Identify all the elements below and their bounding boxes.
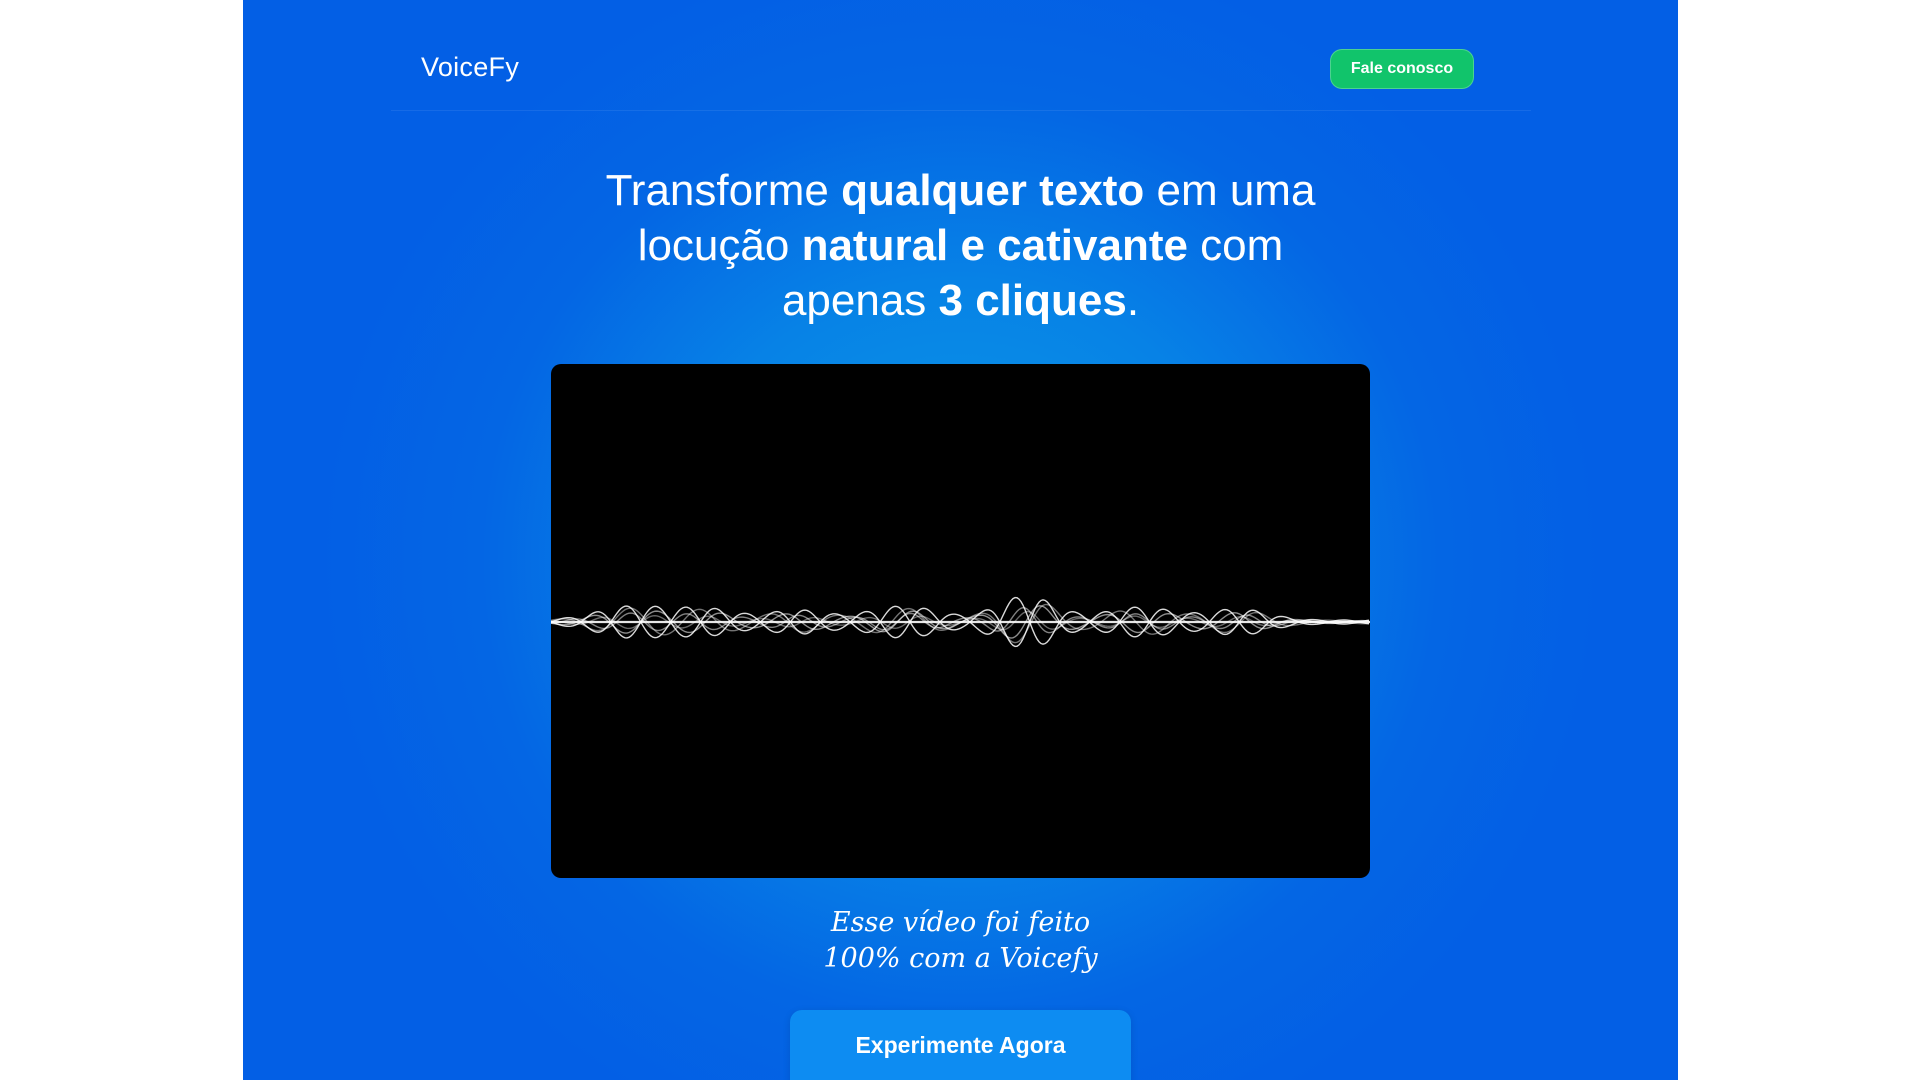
video-caption: Esse vídeo foi feito 100% com a Voicefy (243, 905, 1678, 977)
audio-waveform-icon (551, 596, 1370, 648)
headline-text: Transforme (605, 166, 842, 215)
contact-button[interactable]: Fale conosco (1330, 49, 1474, 89)
demo-video-player[interactable] (551, 364, 1370, 878)
headline-text: com (1187, 221, 1284, 270)
headline-emphasis: 3 cliques (938, 276, 1127, 325)
headline-emphasis: qualquer texto (841, 166, 1145, 215)
headline-text: apenas (781, 276, 939, 325)
headline-emphasis: natural e cativante (801, 221, 1188, 270)
headline-text: . (1126, 276, 1140, 325)
brand-logo[interactable]: VoiceFy (421, 52, 519, 83)
headline-text: em uma (1144, 166, 1316, 215)
try-now-button[interactable]: Experimente Agora (790, 1010, 1131, 1080)
hero-headline: Transforme qualquer texto em uma locução… (483, 163, 1438, 328)
headline-text: locução (637, 221, 802, 270)
top-navbar: VoiceFy Fale conosco (391, 0, 1531, 111)
caption-line: 100% com a Voicefy (823, 943, 1098, 974)
caption-line: Esse vídeo foi feito (830, 907, 1091, 938)
hero-section: VoiceFy Fale conosco Transforme qualquer… (243, 0, 1678, 1080)
